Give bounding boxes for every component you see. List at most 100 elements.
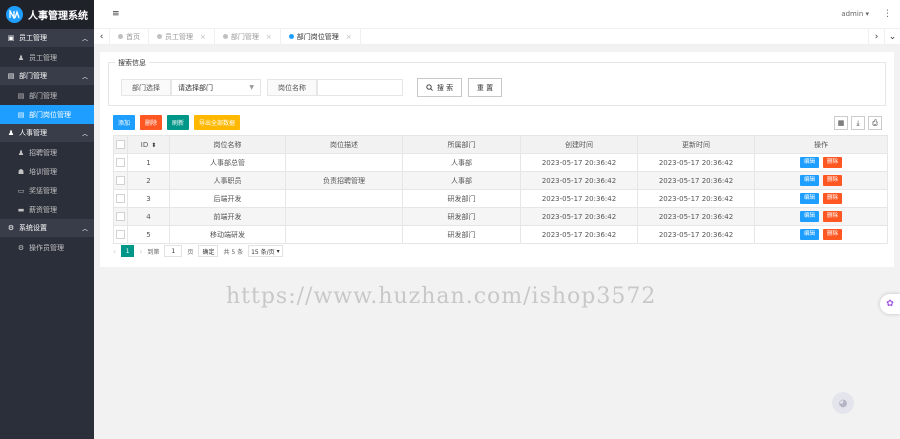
chevron-up-icon: ︿ bbox=[81, 73, 88, 81]
cell-dept: 研发部门 bbox=[402, 225, 521, 244]
app-logo[interactable]: 人事管理系统 bbox=[0, 0, 94, 29]
close-icon[interactable]: × bbox=[200, 33, 206, 41]
menu-group-1[interactable]: ▤ 部门管理 ︿ bbox=[0, 67, 94, 86]
col-name: 岗位名称 bbox=[169, 135, 286, 154]
cell-updated: 2023-05-17 20:36:42 bbox=[637, 225, 755, 244]
edit-button[interactable]: 编辑 bbox=[799, 211, 819, 222]
cell-name: 后端开发 bbox=[169, 189, 286, 208]
search-button[interactable]: 搜 索 bbox=[417, 78, 462, 97]
prev-page-icon[interactable]: ‹ bbox=[113, 247, 116, 256]
page-current[interactable]: 1 bbox=[121, 245, 135, 257]
menu-group-2[interactable]: ♟ 人事管理 ︿ bbox=[0, 124, 94, 143]
row-checkbox[interactable] bbox=[113, 207, 128, 226]
goto-button[interactable]: 确定 bbox=[198, 245, 219, 257]
menu-item-icon: ▬ bbox=[17, 205, 25, 214]
reset-button[interactable]: 重 置 bbox=[468, 78, 502, 97]
sidebar-item-2-2[interactable]: ▭ 奖惩管理 bbox=[0, 181, 94, 200]
floating-assistant-icon[interactable]: ✿ bbox=[880, 294, 900, 314]
columns-icon[interactable]: ▦ bbox=[834, 116, 848, 130]
table-toolbar: 添加 删除 刷新 导出全部数据 bbox=[113, 115, 241, 130]
tab-prev-icon[interactable]: ‹ bbox=[94, 29, 110, 44]
cell-desc bbox=[285, 207, 403, 226]
gear-icon: ⚙ bbox=[7, 224, 15, 232]
user-menu[interactable]: admin ▾ bbox=[841, 10, 869, 18]
delete-button[interactable]: 删除 bbox=[823, 211, 843, 222]
tab-dot-icon bbox=[288, 34, 294, 39]
goto-label: 到第 bbox=[147, 248, 160, 256]
row-checkbox[interactable] bbox=[113, 171, 128, 190]
toolbar-button-0[interactable]: 添加 bbox=[113, 115, 136, 130]
export-icon[interactable]: ⤓ bbox=[851, 116, 865, 130]
sort-icon[interactable]: ⬍ bbox=[151, 142, 156, 149]
more-icon[interactable]: ⋮ bbox=[883, 9, 892, 19]
toolbar-button-2[interactable]: 刷新 bbox=[167, 115, 190, 130]
table-header-row: ID ⬍ 岗位名称 岗位描述 所属部门 创建时间 更新时间 操作 bbox=[113, 135, 888, 154]
cell-created: 2023-05-17 20:36:42 bbox=[520, 189, 638, 208]
per-page-select[interactable]: 15 条/页 ▾ bbox=[248, 245, 283, 257]
toolbar-button-3[interactable]: 导出全部数据 bbox=[194, 115, 241, 130]
tab-dropdown-icon[interactable]: ⌄ bbox=[884, 29, 900, 44]
tab-label: 员工管理 bbox=[165, 32, 193, 41]
sidebar-item-0-0[interactable]: ♟ 员工管理 bbox=[0, 48, 94, 67]
sidebar-item-2-1[interactable]: ☗ 培训管理 bbox=[0, 162, 94, 181]
main-panel: 搜索信息 部门选择 请选择部门 ▼ 岗位名称 搜 索 重 置 添加 删除 刷新 导出全… bbox=[100, 52, 894, 267]
cell-created: 2023-05-17 20:36:42 bbox=[520, 153, 638, 172]
cell-dept: 人事部 bbox=[402, 171, 521, 190]
post-name-input[interactable] bbox=[317, 79, 403, 96]
tab-next-icon[interactable]: › bbox=[868, 29, 884, 44]
menu-group-0[interactable]: ▣ 员工管理 ︿ bbox=[0, 29, 94, 48]
table-tools: ▦ ⤓ ⎙ bbox=[834, 116, 882, 130]
row-checkbox[interactable] bbox=[113, 189, 128, 208]
print-icon[interactable]: ⎙ bbox=[868, 116, 882, 130]
edit-button[interactable]: 编辑 bbox=[799, 175, 819, 186]
menu-item-icon: ♟ bbox=[17, 53, 25, 62]
menu-item-icon: ⚙ bbox=[17, 243, 25, 252]
delete-button[interactable]: 删除 bbox=[823, 157, 843, 168]
tab-3[interactable]: 部门岗位管理 × bbox=[281, 29, 361, 44]
close-icon[interactable]: × bbox=[266, 33, 272, 41]
menu-group-3[interactable]: ⚙ 系统设置 ︿ bbox=[0, 219, 94, 238]
edit-button[interactable]: 编辑 bbox=[799, 157, 819, 168]
row-checkbox[interactable] bbox=[113, 153, 128, 172]
sidebar-item-1-0[interactable]: ▤ 部门管理 bbox=[0, 86, 94, 105]
mascot-icon[interactable]: ◕ bbox=[832, 392, 854, 414]
sidebar-item-2-0[interactable]: ♟ 招聘管理 bbox=[0, 143, 94, 162]
toolbar-button-1[interactable]: 删除 bbox=[140, 115, 163, 130]
close-icon[interactable]: × bbox=[346, 33, 352, 41]
cell-updated: 2023-05-17 20:36:42 bbox=[637, 207, 755, 226]
menu-group-label: 员工管理 bbox=[19, 34, 47, 42]
menu-group-label: 系统设置 bbox=[19, 224, 47, 232]
menu-item-icon: ☗ bbox=[17, 167, 25, 176]
reset-button-label: 重 置 bbox=[476, 83, 494, 92]
tab-1[interactable]: 员工管理 × bbox=[149, 29, 215, 44]
tab-list: 首页 员工管理 × 部门管理 × 部门岗位管理 × bbox=[110, 29, 868, 44]
cell-desc bbox=[285, 153, 403, 172]
cell-name: 人事部总管 bbox=[169, 153, 286, 172]
delete-button[interactable]: 删除 bbox=[823, 229, 843, 240]
col-id[interactable]: ID ⬍ bbox=[127, 135, 170, 154]
select-all-checkbox[interactable] bbox=[113, 135, 128, 154]
cell-updated: 2023-05-17 20:36:42 bbox=[637, 153, 755, 172]
tab-dot-icon bbox=[118, 34, 123, 39]
sidebar-item-2-3[interactable]: ▬ 薪资管理 bbox=[0, 200, 94, 219]
menu-toggle-icon[interactable]: ≡ bbox=[112, 9, 120, 19]
cell-actions: 编辑 删除 bbox=[754, 207, 888, 226]
row-checkbox[interactable] bbox=[113, 225, 128, 244]
edit-button[interactable]: 编辑 bbox=[799, 229, 819, 240]
dept-label: 部门选择 bbox=[121, 79, 171, 96]
pagination: ‹ 1 › 到第 1 页 确定 共 5 条 15 条/页 ▾ bbox=[113, 245, 283, 257]
delete-button[interactable]: 删除 bbox=[823, 175, 843, 186]
dept-select[interactable]: 请选择部门 ▼ bbox=[171, 79, 261, 96]
edit-button[interactable]: 编辑 bbox=[799, 193, 819, 204]
sidebar-item-1-1[interactable]: ▤ 部门岗位管理 bbox=[0, 105, 94, 124]
col-actions: 操作 bbox=[754, 135, 888, 154]
dept-select-value: 请选择部门 bbox=[178, 83, 213, 92]
tab-0[interactable]: 首页 bbox=[110, 29, 149, 44]
table-row: 3 后端开发 研发部门 2023-05-17 20:36:42 2023-05-17 2… bbox=[113, 189, 888, 208]
next-page-icon[interactable]: › bbox=[139, 247, 142, 256]
sidebar-item-3-0[interactable]: ⚙ 操作员管理 bbox=[0, 238, 94, 257]
delete-button[interactable]: 删除 bbox=[823, 193, 843, 204]
tab-2[interactable]: 部门管理 × bbox=[215, 29, 281, 44]
page-input[interactable]: 1 bbox=[164, 245, 183, 257]
watermark: https://www.huzhan.com/ishop3572 bbox=[226, 284, 657, 309]
